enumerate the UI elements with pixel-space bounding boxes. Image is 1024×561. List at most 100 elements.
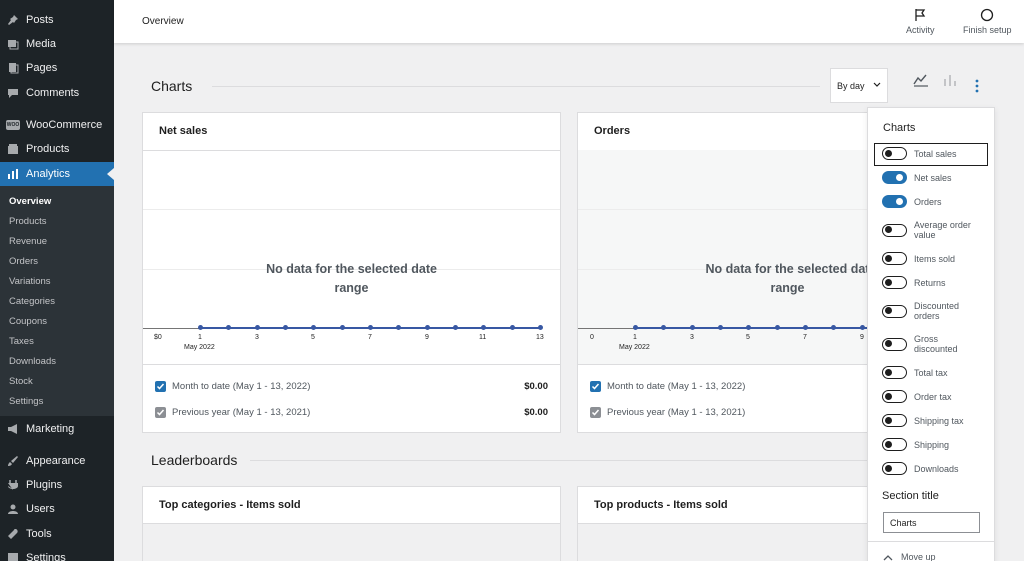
toggle-switch[interactable] (882, 276, 907, 289)
sidebar-item-marketing[interactable]: Marketing (0, 417, 114, 441)
toggle-total-tax[interactable]: Total tax (882, 366, 990, 379)
sidebar-item-label: Plugins (26, 479, 63, 491)
section-divider (212, 86, 820, 87)
legend-item-current[interactable]: Month to date (May 1 - 13, 2022) $0.00 (155, 378, 548, 394)
submenu-item-coupons[interactable]: Coupons (9, 316, 47, 327)
x-tick-label: 5 (746, 334, 750, 341)
plugins-icon (6, 478, 20, 492)
submenu-item-products[interactable]: Products (9, 216, 47, 227)
legend-item-current[interactable]: Month to date (May 1 - 13, 2022) (590, 378, 865, 394)
toggle-switch[interactable] (882, 462, 907, 475)
section-divider (250, 460, 867, 461)
toggle-switch[interactable] (882, 147, 907, 160)
interval-select[interactable]: By day (830, 68, 888, 103)
sidebar-item-appearance[interactable]: Appearance (0, 449, 114, 473)
no-data-line: No data for the selected date (266, 262, 437, 276)
toggle-switch[interactable] (882, 195, 907, 208)
line-chart-icon[interactable] (913, 72, 929, 88)
sidebar-item-tools[interactable]: Tools (0, 522, 114, 546)
toggle-switch[interactable] (882, 438, 907, 451)
section-title-label: Section title (882, 490, 939, 502)
toggle-shipping-tax[interactable]: Shipping tax (882, 414, 990, 427)
data-point (538, 325, 543, 330)
toggle-switch[interactable] (882, 223, 907, 237)
more-options-icon[interactable] (972, 78, 982, 94)
submenu-item-variations[interactable]: Variations (9, 276, 51, 287)
submenu-item-overview[interactable]: Overview (9, 196, 51, 207)
x-tick-label: 5 (311, 334, 315, 341)
toggle-switch[interactable] (882, 414, 907, 427)
checkbox-checked-icon (590, 380, 601, 392)
toggle-downloads[interactable]: Downloads (882, 462, 990, 475)
legend-item-previous[interactable]: Previous year (May 1 - 13, 2021) (590, 404, 865, 420)
toggle-label: Orders (914, 196, 942, 207)
flag-icon (915, 9, 926, 21)
sidebar-item-users[interactable]: Users (0, 497, 114, 521)
submenu-item-downloads[interactable]: Downloads (9, 356, 56, 367)
toggle-orders[interactable]: Orders (882, 195, 990, 208)
y-tick-label: 0 (590, 334, 594, 341)
sidebar-item-label: Products (26, 143, 70, 155)
grid-line (143, 209, 560, 210)
toggle-order-tax[interactable]: Order tax (882, 390, 990, 403)
x-tick-label: 7 (803, 334, 807, 341)
data-point (311, 325, 316, 330)
sidebar-item-label: Users (26, 503, 55, 515)
toggle-switch[interactable] (882, 252, 907, 265)
sidebar-item-pages[interactable]: Pages (0, 56, 114, 80)
submenu-item-settings[interactable]: Settings (9, 396, 43, 407)
toggle-label: Net sales (914, 172, 952, 183)
x-axis-month-label: May 2022 (184, 344, 215, 351)
data-point (803, 325, 808, 330)
sidebar-item-settings[interactable]: Settings (0, 546, 114, 561)
chevron-up-icon (883, 554, 893, 560)
x-tick-label: 1 (633, 334, 637, 341)
section-title-input[interactable]: Charts (883, 512, 980, 533)
sidebar-item-analytics[interactable]: Analytics (0, 162, 114, 186)
sidebar-item-comments[interactable]: Comments (0, 81, 114, 105)
toggle-average-order-value[interactable]: Average order value (882, 220, 990, 240)
toggle-items-sold[interactable]: Items sold (882, 252, 990, 265)
comments-icon (6, 86, 20, 100)
toggle-label: Shipping (914, 439, 950, 450)
sidebar-item-posts[interactable]: Posts (0, 8, 114, 32)
submenu-item-stock[interactable]: Stock (9, 376, 33, 387)
submenu-item-orders[interactable]: Orders (9, 256, 38, 267)
toggle-label: Returns (914, 277, 946, 288)
finish-setup-button[interactable]: Finish setup (963, 8, 1012, 35)
toggle-total-sales[interactable]: Total sales (882, 147, 990, 160)
legend-label: Previous year (May 1 - 13, 2021) (607, 406, 746, 418)
toggle-gross-discounted[interactable]: Gross discounted (882, 334, 990, 354)
data-point (661, 325, 666, 330)
legend-item-previous[interactable]: Previous year (May 1 - 13, 2021) $0.00 (155, 404, 548, 420)
toggle-switch[interactable] (882, 171, 907, 184)
pages-icon (6, 61, 20, 75)
sidebar-item-woocommerce[interactable]: WOO WooCommerce (0, 113, 114, 137)
activity-button[interactable]: Activity (906, 8, 935, 35)
toggle-switch[interactable] (882, 390, 907, 403)
toggle-shipping[interactable]: Shipping (882, 438, 990, 451)
submenu-item-categories[interactable]: Categories (9, 296, 55, 307)
grid-line (578, 209, 877, 210)
x-tick-label: 3 (255, 334, 259, 341)
move-up-label: Move up (901, 552, 936, 561)
toggle-returns[interactable]: Returns (882, 276, 990, 289)
toggle-discounted-orders[interactable]: Discounted orders (882, 301, 990, 321)
card-title: Orders (594, 125, 631, 137)
bar-chart-icon[interactable] (942, 72, 958, 88)
page-header: Overview Activity Finish setup (114, 0, 1024, 43)
data-point (718, 325, 723, 330)
checkbox-checked-icon (155, 380, 166, 392)
move-up-button[interactable]: Move up (883, 552, 936, 561)
admin-sidebar: Posts Media Pages Comments WOO WooCommer… (0, 0, 114, 561)
toggle-switch[interactable] (882, 337, 907, 351)
submenu-item-revenue[interactable]: Revenue (9, 236, 47, 247)
sidebar-item-products[interactable]: Products (0, 137, 114, 161)
toggle-switch[interactable] (882, 366, 907, 379)
sidebar-item-plugins[interactable]: Plugins (0, 473, 114, 497)
page-title: Overview (142, 16, 184, 27)
submenu-item-taxes[interactable]: Taxes (9, 336, 34, 347)
toggle-switch[interactable] (882, 304, 907, 318)
toggle-net-sales[interactable]: Net sales (882, 171, 990, 184)
sidebar-item-media[interactable]: Media (0, 32, 114, 56)
